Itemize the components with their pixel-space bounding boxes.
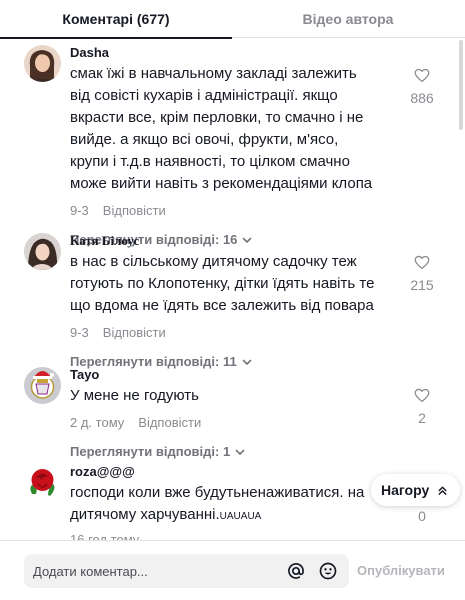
avatar[interactable] <box>24 233 61 270</box>
like-count: 0 <box>418 508 426 524</box>
comment-input-placeholder: Додати коментар... <box>33 563 148 579</box>
scroll-to-top-label: Нагору <box>381 482 430 498</box>
view-replies-label: Переглянути відповіді: 1 <box>70 444 231 459</box>
mention-icon[interactable] <box>285 560 307 582</box>
like-count: 2 <box>418 410 426 426</box>
comment-meta: 2 д. тому Відповісти <box>70 415 380 431</box>
reply-button[interactable]: Відповісти <box>138 415 201 431</box>
comment-body: roza@@@ господи коли вже будутьненаживат… <box>70 464 365 548</box>
comment-input[interactable]: Додати коментар... <box>24 554 349 588</box>
comment-text-main: господи коли вже будутьненаживатися. на … <box>70 484 365 523</box>
comment-author[interactable]: Tayo <box>70 367 380 383</box>
like-button[interactable]: 215 <box>407 253 437 293</box>
comment-author[interactable]: roza@@@ <box>70 464 365 480</box>
double-chevron-up-icon <box>438 486 447 495</box>
comment-text-suffix: UAUAUA <box>219 511 262 522</box>
heart-icon <box>414 255 430 270</box>
comment-composer: Додати коментар... Опублікувати <box>0 540 465 600</box>
avatar[interactable] <box>24 45 61 82</box>
like-count: 886 <box>410 90 434 106</box>
comment-text: смак їжі в навчальному закладі залежить … <box>70 65 373 192</box>
like-button[interactable]: 886 <box>407 66 437 106</box>
like-count: 215 <box>410 277 434 293</box>
comment-text: в нас в сільському дитячому садочку теж … <box>70 253 375 314</box>
comment-meta: 9-3 Відповісти <box>70 203 380 219</box>
tab-author-videos[interactable]: Відео автора <box>232 0 464 38</box>
comment-text: господи коли вже будутьненаживатися. на … <box>70 482 365 528</box>
comment-date: 9-3 <box>70 203 89 218</box>
avatar[interactable] <box>24 464 61 501</box>
comment-date: 9-3 <box>70 325 89 340</box>
comment-text: У мене не годують <box>70 387 199 404</box>
comment-body: Dasha смак їжі в навчальному закладі зал… <box>70 45 380 248</box>
emoji-icon[interactable] <box>317 560 339 582</box>
comment-author[interactable]: Dasha <box>70 45 380 61</box>
tab-bar: Коментарі (677) Відео автора <box>0 0 465 39</box>
comment-date: 2 д. тому <box>70 415 125 430</box>
heart-icon <box>414 388 430 403</box>
publish-button[interactable]: Опублікувати <box>357 563 445 578</box>
like-button[interactable]: 2 <box>407 386 437 426</box>
comment-body: Катя Білоус в нас в сільському дитячому … <box>70 233 380 370</box>
comment-body: Tayo У мене не годують 2 д. тому Відпові… <box>70 367 380 460</box>
chevron-down-icon <box>235 449 245 455</box>
scrollbar-thumb[interactable] <box>459 40 463 130</box>
heart-icon <box>414 68 430 83</box>
avatar[interactable] <box>24 367 61 404</box>
reply-button[interactable]: Відповісти <box>103 325 166 341</box>
comment-author[interactable]: Катя Білоус <box>70 233 380 249</box>
comment-meta: 9-3 Відповісти <box>70 325 380 341</box>
reply-button[interactable]: Відповісти <box>103 203 166 219</box>
scroll-to-top-button[interactable]: Нагору <box>371 474 461 506</box>
view-replies-button[interactable]: Переглянути відповіді: 1 <box>70 444 380 460</box>
tab-comments[interactable]: Коментарі (677) <box>0 0 232 39</box>
